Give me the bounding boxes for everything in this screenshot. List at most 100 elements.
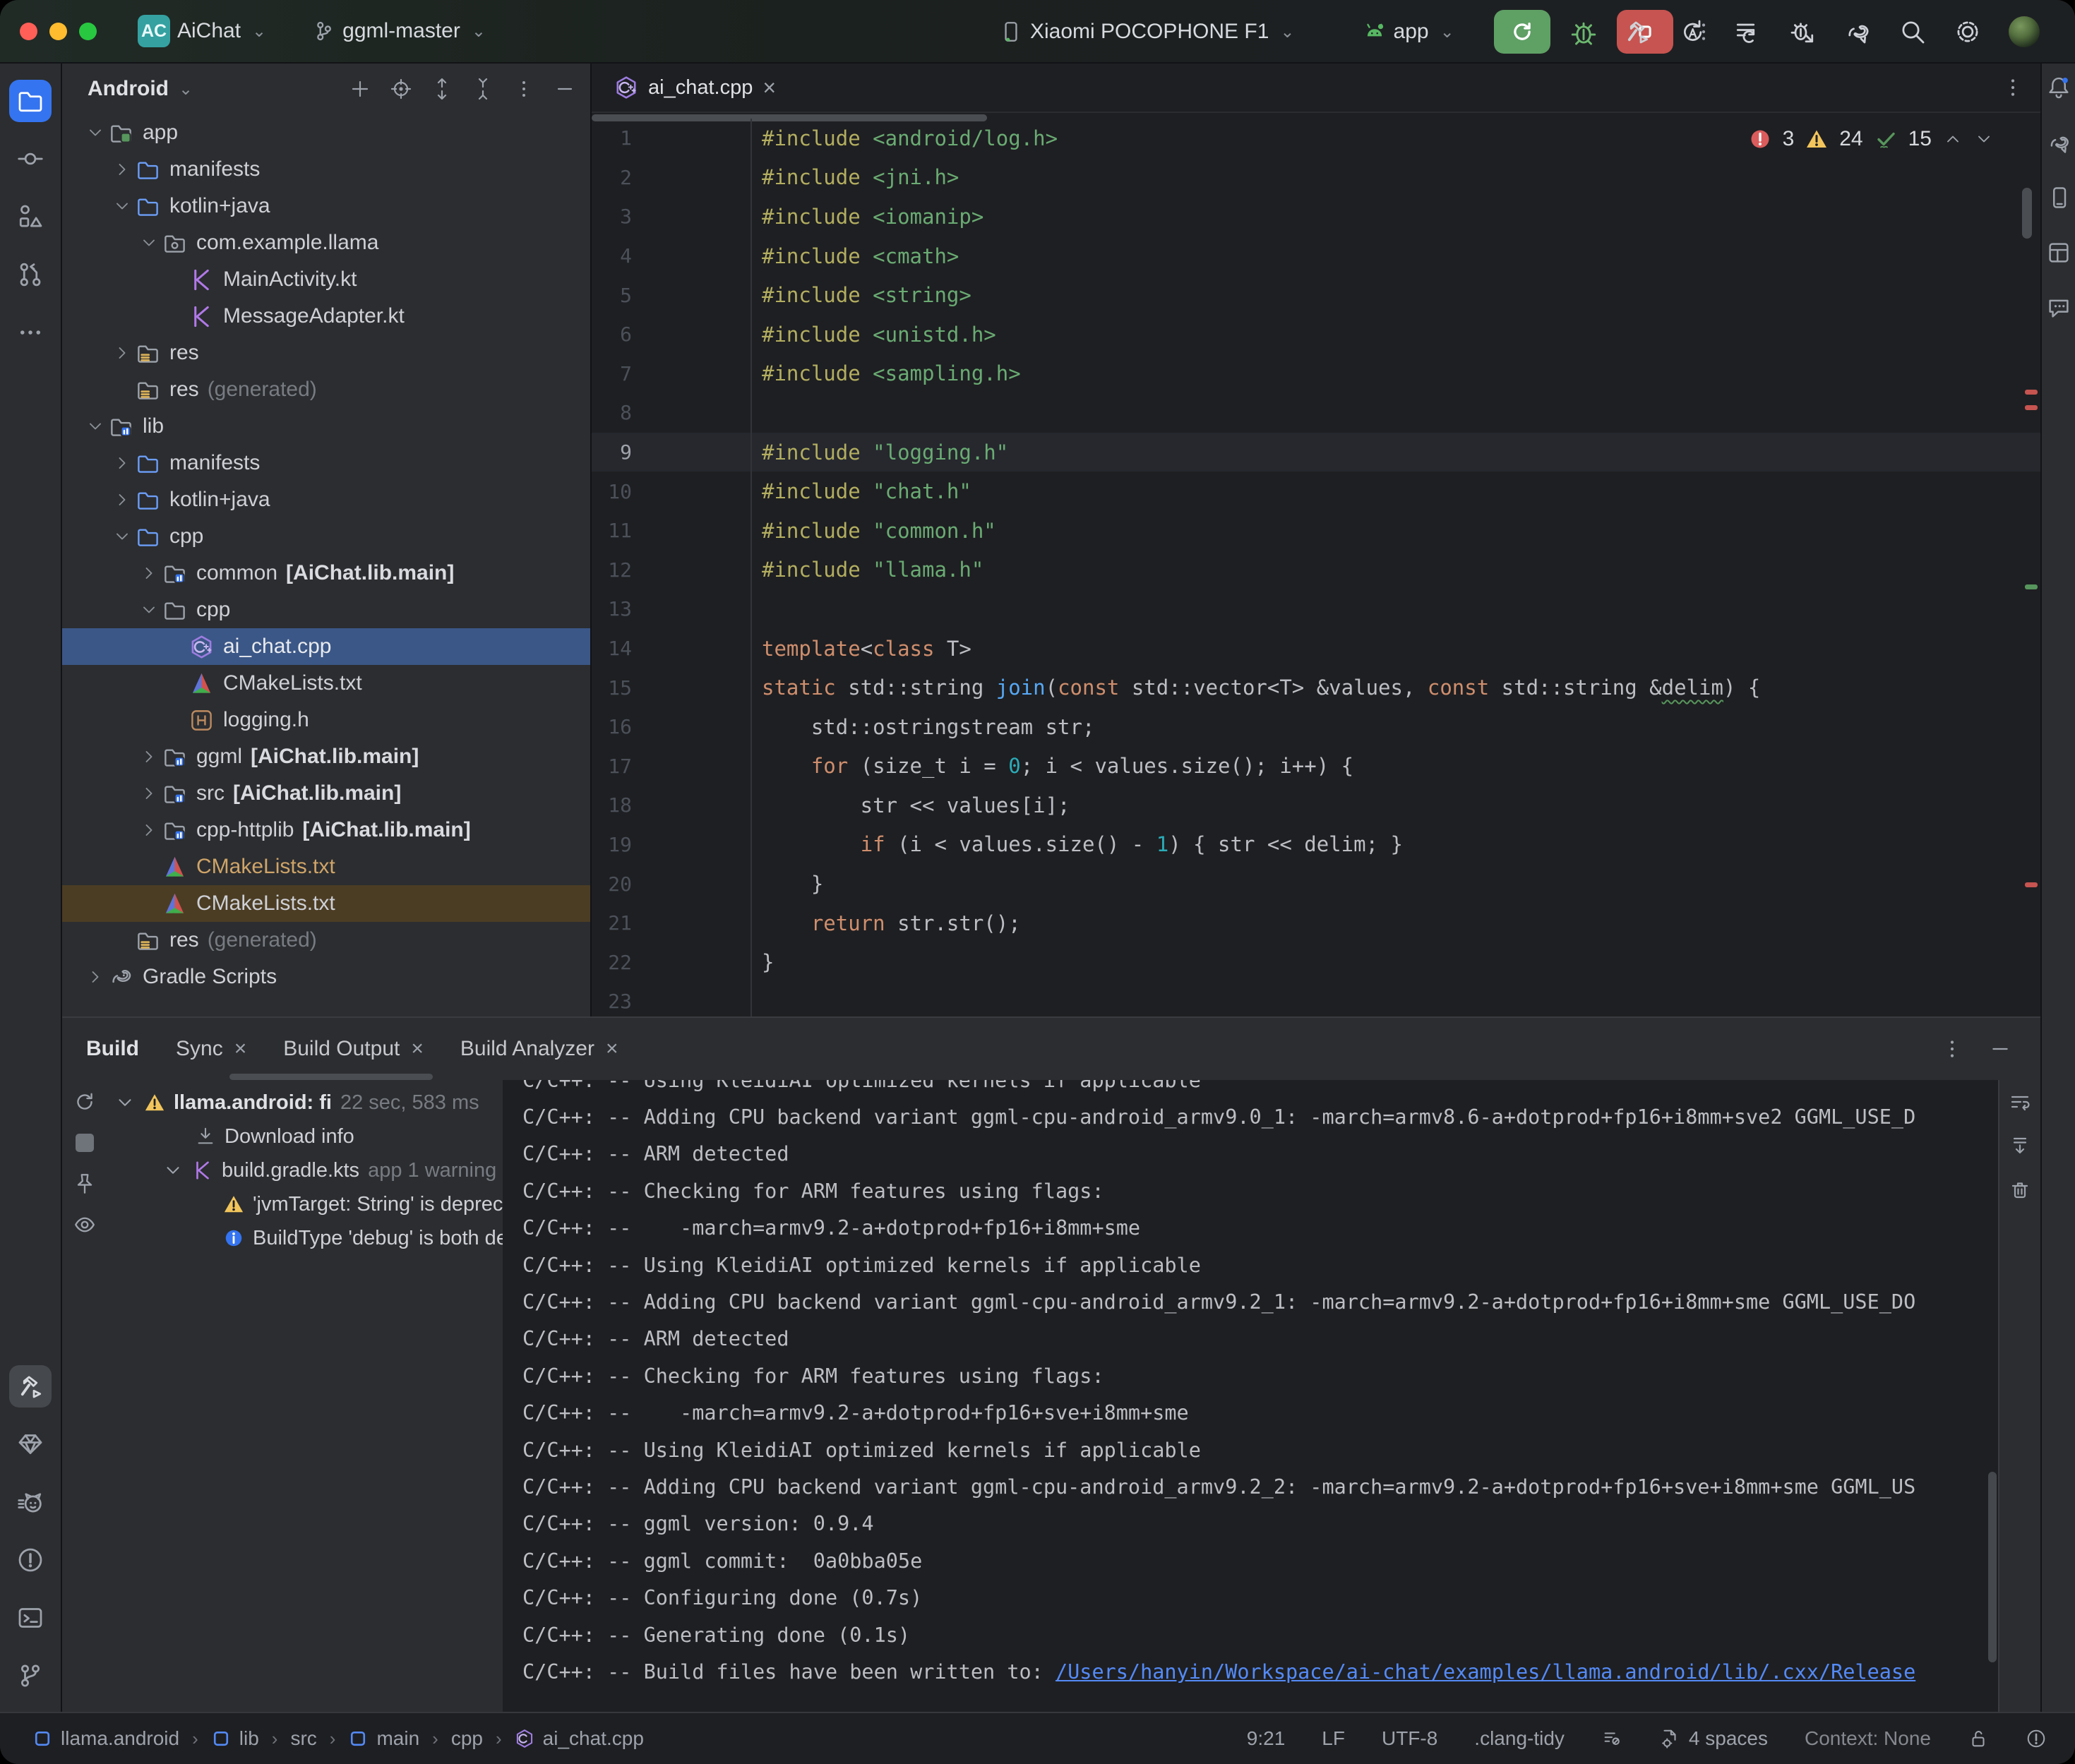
tree-row-cmakelists.txt[interactable]: CMakeLists.txt [62, 848, 590, 885]
editor-tab-options-icon[interactable] [2001, 76, 2025, 100]
chevron-down-icon[interactable] [112, 196, 132, 216]
next-problem-icon[interactable] [1974, 129, 1994, 149]
code-line[interactable]: 21 return str.str(); [592, 904, 2040, 943]
tree-row-lib[interactable]: lib [62, 408, 590, 445]
chevron-right-icon[interactable] [139, 784, 159, 803]
problems-tool-button[interactable] [9, 1539, 52, 1581]
code-line[interactable]: 15static std::string join(const std::vec… [592, 668, 2040, 707]
close-tab-icon[interactable]: × [606, 1037, 618, 1061]
tree-row-res[interactable]: res [62, 335, 590, 371]
error-stripe-mark[interactable] [2025, 390, 2038, 395]
logcat-tool-button[interactable] [9, 1481, 52, 1523]
code-line[interactable]: 6#include <unistd.h> [592, 315, 2040, 354]
hide-build-panel-icon[interactable] [1988, 1037, 2012, 1061]
line-number[interactable]: 2 [592, 166, 751, 189]
tree-row-cpp[interactable]: cpp [62, 518, 590, 555]
gradle-tool-icon[interactable] [2046, 130, 2071, 155]
clear-all-icon[interactable] [2009, 1179, 2031, 1201]
tree-row-manifests[interactable]: manifests [62, 151, 590, 188]
console-vscrollbar[interactable] [1988, 1472, 1997, 1662]
code-line[interactable]: 7#include <sampling.h> [592, 354, 2040, 394]
build-gradle-row[interactable]: build.gradle.kts app 1 warning [107, 1153, 503, 1187]
vcs-tool-button[interactable] [9, 1655, 52, 1697]
indent-setting[interactable]: 4 spaces [1659, 1727, 1768, 1750]
build-project-button[interactable] [1623, 18, 1651, 46]
build-warning-row[interactable]: 'jvmTarget: String' is deprec [107, 1187, 503, 1221]
chevron-right-icon[interactable] [139, 563, 159, 583]
close-window-button[interactable] [20, 23, 37, 40]
breadcrumb-cpp[interactable]: cpp [451, 1727, 483, 1750]
chevron-right-icon[interactable] [112, 343, 132, 363]
close-tab-icon[interactable]: × [763, 76, 776, 99]
tab-build-analyzer[interactable]: Build Analyzer × [460, 1037, 618, 1061]
file-encoding[interactable]: UTF-8 [1382, 1727, 1437, 1750]
commit-tool-button[interactable] [9, 138, 52, 180]
build-info-row[interactable]: BuildType 'debug' is both de [107, 1221, 503, 1255]
tree-row-kotlin+java[interactable]: kotlin+java [62, 481, 590, 518]
line-number[interactable]: 9 [592, 440, 751, 464]
device-selector[interactable]: Xiaomi POCOPHONE F1 ⌄ [999, 20, 1295, 44]
tree-row-cpp[interactable]: cpp [62, 592, 590, 628]
layout-inspector-icon[interactable] [2046, 240, 2071, 265]
line-number[interactable]: 11 [592, 519, 751, 542]
code-line[interactable]: 11#include "common.h" [592, 511, 2040, 551]
expand-all-icon[interactable] [431, 78, 453, 100]
code-line[interactable]: 5#include <string> [592, 275, 2040, 315]
line-number[interactable]: 4 [592, 244, 751, 268]
code-line[interactable]: 19 if (i < values.size() - 1) { str << d… [592, 825, 2040, 865]
chevron-right-icon[interactable] [85, 967, 105, 987]
line-number[interactable]: 23 [592, 990, 751, 1013]
lock-open-icon[interactable] [1968, 1728, 1989, 1749]
search-everywhere-button[interactable] [1898, 18, 1927, 46]
chevron-down-icon[interactable] [85, 123, 105, 143]
line-separator[interactable]: LF [1322, 1727, 1345, 1750]
caret-position[interactable]: 9:21 [1247, 1727, 1286, 1750]
line-number[interactable]: 10 [592, 480, 751, 503]
code-line[interactable]: 18 str << values[i]; [592, 786, 2040, 825]
code-line[interactable]: 22} [592, 942, 2040, 982]
ok-stripe-mark[interactable] [2025, 584, 2038, 589]
build-hscrollbar[interactable] [229, 1074, 433, 1080]
tree-row-ai_chat.cpp[interactable]: ai_chat.cpp [62, 628, 590, 665]
code-line[interactable]: 3#include <iomanip> [592, 197, 2040, 236]
tree-row-app[interactable]: app [62, 114, 590, 151]
pull-requests-tool-button[interactable] [9, 253, 52, 296]
tree-row-common[interactable]: common[AiChat.lib.main] [62, 555, 590, 592]
line-number[interactable]: 16 [592, 715, 751, 738]
code-line[interactable]: 9#include "logging.h" [592, 433, 2040, 472]
build-tool-button[interactable] [9, 1365, 52, 1408]
editor-tab-ai_chat.cpp[interactable]: ai_chat.cpp × [607, 64, 783, 112]
more-tools-button[interactable] [9, 311, 52, 354]
project-selector[interactable]: AC AiChat ⌄ [138, 15, 266, 47]
code-line[interactable]: 16 std::ostringstream str; [592, 707, 2040, 747]
breadcrumb-main[interactable]: main [348, 1727, 419, 1750]
inspections-widget-icon[interactable] [1601, 1728, 1622, 1749]
rerun-button[interactable] [1494, 10, 1550, 54]
breadcrumb-lib[interactable]: lib [211, 1727, 259, 1750]
soft-wrap-icon[interactable] [2009, 1091, 2031, 1114]
tab-build-output[interactable]: Build Output × [283, 1037, 424, 1061]
tree-row-manifests[interactable]: manifests [62, 445, 590, 481]
chevron-down-icon[interactable] [112, 527, 132, 546]
build-options-icon[interactable] [1940, 1037, 1964, 1061]
code-line[interactable]: 8 [592, 393, 2040, 433]
chevron-down-icon[interactable] [85, 416, 105, 436]
profiler-button[interactable] [1733, 18, 1762, 46]
minimize-window-button[interactable] [49, 23, 67, 40]
tree-row-mainactivity.kt[interactable]: MainActivity.kt [62, 261, 590, 298]
avatar[interactable] [2009, 16, 2040, 47]
run-config-selector[interactable]: app ⌄ [1363, 20, 1454, 44]
line-number[interactable]: 12 [592, 558, 751, 582]
breadcrumb-src[interactable]: src [290, 1727, 316, 1750]
chevron-right-icon[interactable] [112, 160, 132, 179]
line-number[interactable]: 1 [592, 126, 751, 150]
line-number[interactable]: 8 [592, 401, 751, 424]
collapse-all-icon[interactable] [472, 78, 494, 100]
structure-tool-button[interactable] [9, 196, 52, 238]
tree-row-src[interactable]: src[AiChat.lib.main] [62, 775, 590, 812]
error-stripe-mark[interactable] [2025, 882, 2038, 887]
line-number[interactable]: 21 [592, 911, 751, 935]
project-tool-button[interactable] [9, 80, 52, 122]
line-number[interactable]: 3 [592, 205, 751, 228]
line-number[interactable]: 22 [592, 951, 751, 974]
